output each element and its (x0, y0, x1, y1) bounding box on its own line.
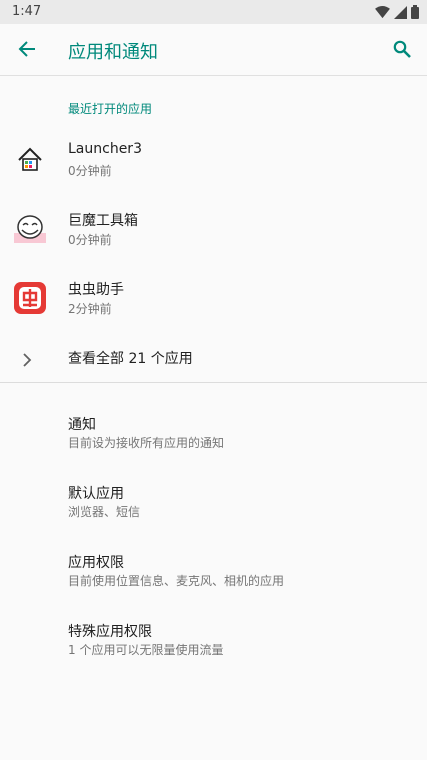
app-name: Launcher3 (68, 141, 142, 157)
divider (0, 382, 427, 383)
recent-app-chongchong[interactable]: 虫虫助手 2分钟前 (0, 275, 427, 321)
setting-title: 应用权限 (68, 555, 124, 571)
status-time: 1:47 (12, 4, 42, 19)
app-last-used: 2分钟前 (68, 302, 112, 316)
page-title: 应用和通知 (68, 42, 158, 63)
setting-summary: 目前使用位置信息、麦克风、相机的应用 (68, 574, 285, 588)
arrow-left-icon[interactable] (14, 36, 40, 62)
search-icon[interactable] (389, 36, 415, 62)
app-last-used: 0分钟前 (68, 233, 112, 247)
see-all-apps-button[interactable]: 查看全部 21 个应用 (0, 338, 427, 376)
special-app-access-setting[interactable]: 特殊应用权限 1 个应用可以无限量使用流量 (0, 617, 427, 663)
setting-summary: 目前设为接收所有应用的通知 (68, 436, 225, 450)
notifications-setting[interactable]: 通知 目前设为接收所有应用的通知 (0, 410, 427, 456)
app-permissions-setting[interactable]: 应用权限 目前使用位置信息、麦克风、相机的应用 (0, 548, 427, 594)
signal-icon (394, 5, 407, 19)
setting-summary: 浏览器、短信 (68, 505, 141, 519)
app-name: 巨魔工具箱 (68, 213, 138, 229)
default-apps-setting[interactable]: 默认应用 浏览器、短信 (0, 479, 427, 525)
app-name: 虫虫助手 (68, 282, 124, 298)
chongchong-icon (14, 282, 46, 314)
setting-summary: 1 个应用可以无限量使用流量 (68, 643, 224, 657)
setting-title: 特殊应用权限 (68, 624, 152, 640)
status-icons (375, 5, 419, 19)
launcher-house-icon (14, 144, 46, 176)
chevron-right-icon (14, 344, 40, 376)
setting-title: 默认应用 (68, 486, 124, 502)
recent-app-launcher3[interactable]: Launcher3 0分钟前 (0, 137, 427, 183)
battery-icon (411, 5, 419, 19)
recent-app-troll-toolbox[interactable]: 巨魔工具箱 0分钟前 (0, 206, 427, 252)
setting-title: 通知 (68, 417, 96, 433)
status-bar: 1:47 (0, 0, 427, 24)
app-bar: 应用和通知 (0, 24, 427, 76)
wifi-icon (375, 5, 390, 18)
app-last-used: 0分钟前 (68, 164, 112, 178)
troll-face-icon (14, 213, 46, 245)
see-all-label: 查看全部 21 个应用 (68, 351, 193, 367)
recent-apps-header: 最近打开的应用 (68, 102, 153, 116)
